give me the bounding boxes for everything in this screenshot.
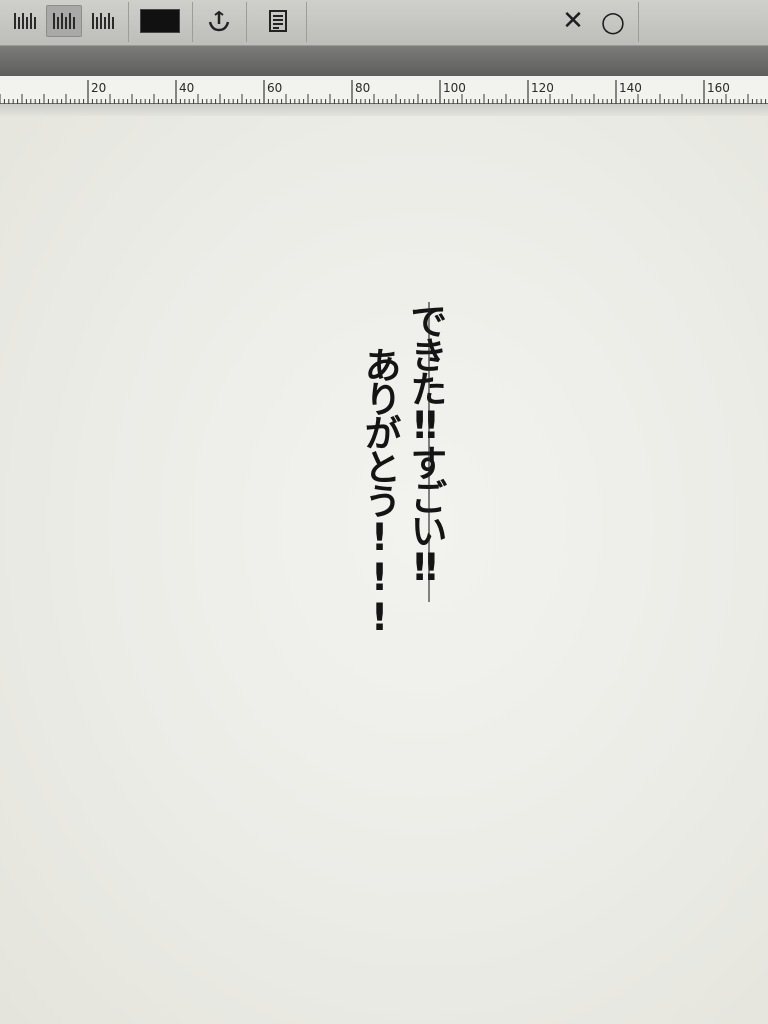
text-color-button[interactable] (136, 5, 184, 37)
ruler-label: 120 (531, 81, 554, 95)
color-swatch-icon (140, 9, 180, 33)
close-icon: ✕ (562, 6, 584, 36)
commit-button[interactable]: ○ (594, 4, 632, 38)
anchor-button[interactable] (200, 5, 238, 37)
document-page[interactable]: できた‼すごい‼ ありがとう!!! (0, 116, 768, 1024)
text-toolbar: ✕ ○ (0, 0, 768, 46)
vertical-bars-icon (92, 13, 114, 29)
ruler-label: 20 (91, 81, 106, 95)
ruler-label: 60 (267, 81, 282, 95)
panel-header-strip (0, 46, 768, 76)
text-direction-a-button[interactable] (8, 5, 42, 37)
text-cursor (428, 302, 430, 602)
text-direction-b-button[interactable] (46, 5, 82, 37)
text-direction-c-button[interactable] (86, 5, 120, 37)
vertical-bars-icon (14, 13, 36, 29)
ruler-label: 80 (355, 81, 370, 95)
toolbar-divider (306, 2, 307, 42)
text-column-1[interactable]: できた‼すごい‼ (402, 302, 448, 586)
ruler-label: 160 (707, 81, 730, 95)
vertical-bars-icon (53, 13, 75, 29)
document-list-icon (269, 10, 287, 32)
circle-icon: ○ (600, 4, 626, 38)
ruler-shadow (0, 104, 768, 116)
toolbar-divider (246, 2, 247, 42)
toolbar-divider (638, 2, 639, 42)
horizontal-ruler[interactable]: 20 40 60 80 100 120 140 160 (0, 76, 768, 104)
ruler-label: 140 (619, 81, 642, 95)
anchor-icon (208, 10, 230, 32)
ruler-label: 100 (443, 81, 466, 95)
text-column-2[interactable]: ありがとう!!! (356, 346, 402, 636)
cancel-button[interactable]: ✕ (556, 5, 590, 37)
ruler-ticks: 20 40 60 80 100 120 140 160 (0, 80, 767, 104)
toolbar-divider (128, 2, 129, 42)
editor-screen: ✕ ○ 20 40 60 80 100 120 140 160 できた‼すごい‼ ありがとう!… (0, 0, 768, 1024)
document-button[interactable] (256, 5, 300, 37)
toolbar-divider (192, 2, 193, 42)
ruler-label: 40 (179, 81, 194, 95)
